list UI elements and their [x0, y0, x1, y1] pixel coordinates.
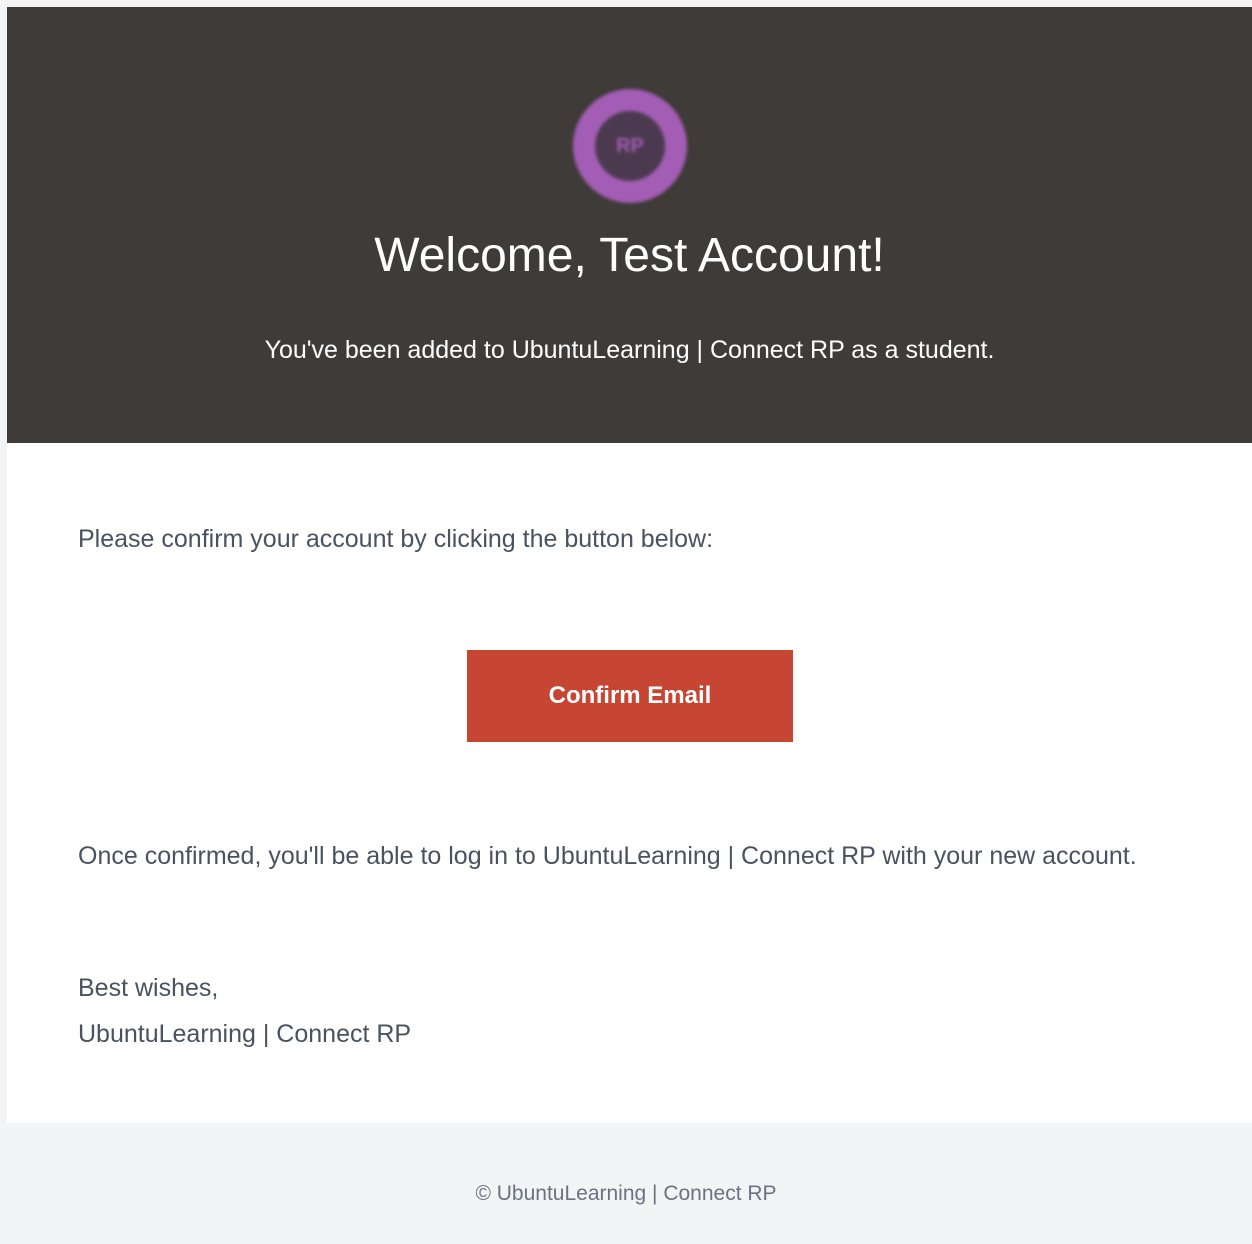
confirm-email-button[interactable]: Confirm Email [467, 650, 793, 742]
signoff: Best wishes, UbuntuLearning | Connect RP [78, 965, 1178, 1057]
rp-logo-icon: RP [573, 89, 687, 203]
confirmation-info: Once confirmed, you'll be able to log in… [78, 842, 1137, 870]
welcome-subtitle: You've been added to UbuntuLearning | Co… [264, 336, 995, 364]
email-header: RP Welcome, Test Account! You've been ad… [7, 7, 1252, 443]
email-card: RP Welcome, Test Account! You've been ad… [7, 7, 1252, 1123]
welcome-title: Welcome, Test Account! [374, 229, 885, 282]
signoff-name: UbuntuLearning | Connect RP [78, 1020, 412, 1048]
signoff-greeting: Best wishes, [78, 974, 219, 1002]
email-page: RP Welcome, Test Account! You've been ad… [0, 0, 1252, 1244]
logo-text: RP [616, 135, 644, 157]
logo-inner-circle: RP [595, 111, 665, 181]
footer-copyright: © UbuntuLearning | Connect RP [475, 1182, 777, 1205]
confirm-instruction: Please confirm your account by clicking … [78, 525, 714, 553]
